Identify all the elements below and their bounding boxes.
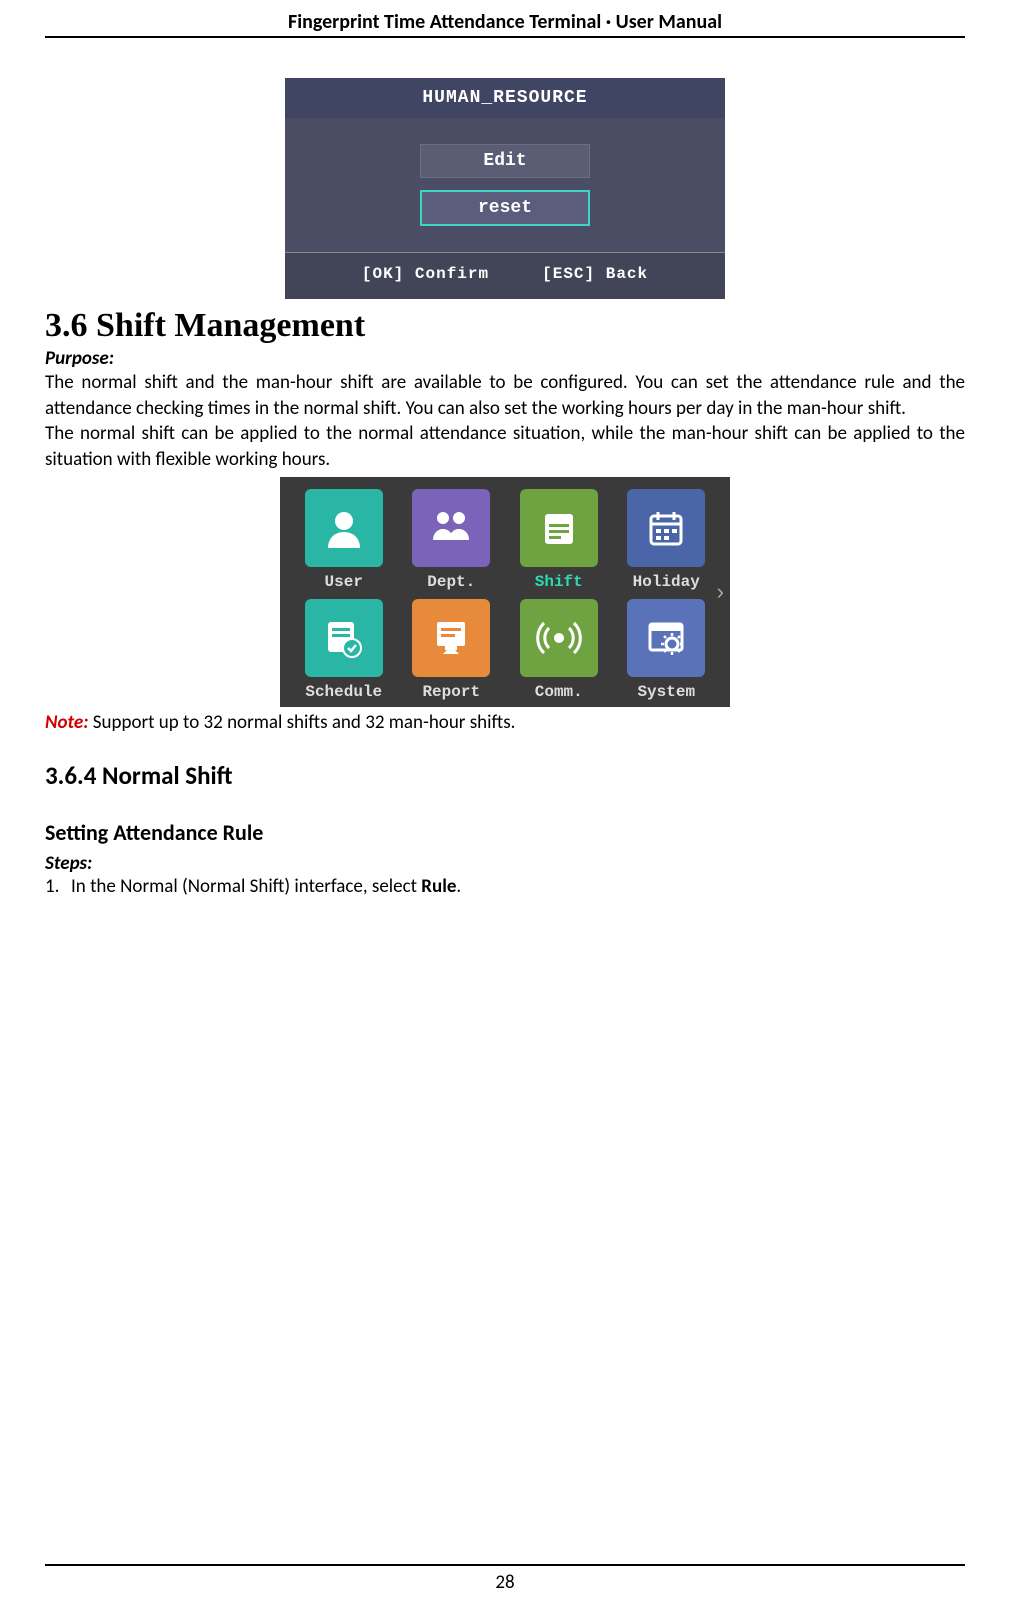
footer-rule [45,1564,965,1566]
comm-icon [520,599,598,677]
menu-label: Dept. [427,573,475,591]
device1-reset-button[interactable]: reset [420,190,590,226]
menu-label: Comm. [535,683,583,701]
header-rule [45,36,965,38]
menu-label: Shift [535,573,583,591]
step-number: 1. [45,875,71,898]
menu-item-holiday[interactable]: Holiday [621,489,713,591]
purpose-paragraph-2: The normal shift can be applied to the n… [45,421,965,472]
purpose-label: Purpose: [45,347,965,370]
step-text-c: . [456,875,461,898]
page-header-title: Fingerprint Time Attendance Terminal · U… [45,10,965,36]
device1-ok-hint: [OK] Confirm [362,265,489,283]
menu-label: System [637,683,695,701]
step-text-a: In the Normal (Normal Shift) interface, … [71,875,421,898]
device1-title: HUMAN_RESOURCE [285,78,725,118]
subsection-heading-normal-shift: 3.6.4 Normal Shift [45,760,965,791]
menu-item-dept[interactable]: Dept. [406,489,498,591]
menu-item-user[interactable]: User [298,489,390,591]
device1-footer: [OK] Confirm [ESC] Back [285,252,725,299]
section-heading-shift-management: 3.6 Shift Management [45,307,965,345]
page-number: 28 [0,1571,1010,1594]
note-text: Support up to 32 normal shifts and 32 ma… [88,711,515,734]
menu-item-report[interactable]: Report [406,599,498,701]
note: Note: Support up to 32 normal shifts and… [45,711,965,734]
report-icon [412,599,490,677]
device1-edit-button[interactable]: Edit [420,144,590,178]
menu-label: Schedule [305,683,382,701]
page: Fingerprint Time Attendance Terminal · U… [0,0,1010,1612]
menu-label: Report [422,683,480,701]
menu-item-comm[interactable]: Comm. [513,599,605,701]
purpose-paragraph-1: The normal shift and the man-hour shift … [45,370,965,421]
device-screenshot-menu: › User Dept. Shift [280,477,730,707]
user-icon [305,489,383,567]
menu-item-system[interactable]: System [621,599,713,701]
note-label: Note: [45,711,88,734]
menu-item-shift[interactable]: Shift [513,489,605,591]
dept-icon [412,489,490,567]
device-screenshot-human-resource: HUMAN_RESOURCE Edit reset [OK] Confirm [… [285,78,725,299]
menu-label: Holiday [633,573,700,591]
device1-esc-hint: [ESC] Back [542,265,648,283]
menu-item-schedule[interactable]: Schedule [298,599,390,701]
system-icon [627,599,705,677]
step-1: 1.In the Normal (Normal Shift) interface… [45,875,965,898]
shift-icon [520,489,598,567]
menu-grid: User Dept. Shift Holiday [298,489,712,701]
schedule-icon [305,599,383,677]
subsection-heading-setting-attendance-rule: Setting Attendance Rule [45,819,965,846]
holiday-icon [627,489,705,567]
menu-label: User [325,573,363,591]
step-text-bold: Rule [421,875,456,898]
chevron-right-icon[interactable]: › [717,579,724,605]
steps-label: Steps: [45,852,965,875]
device1-body: Edit reset [285,118,725,252]
